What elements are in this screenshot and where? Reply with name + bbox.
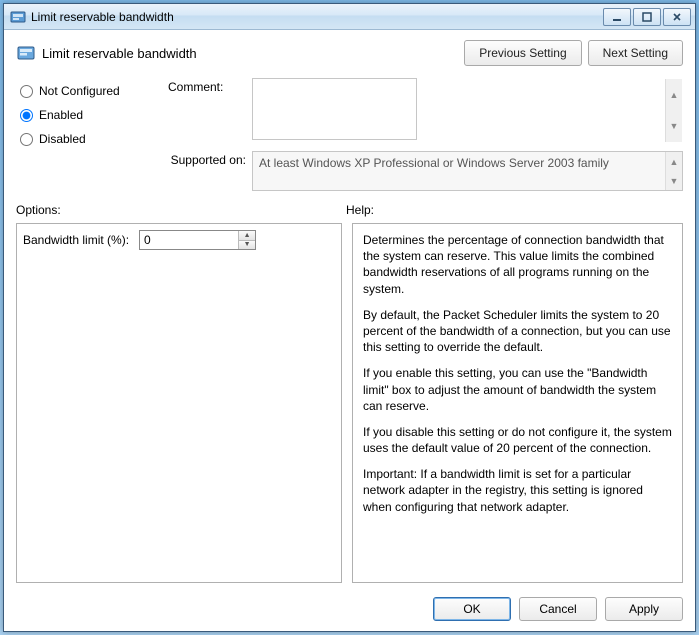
help-text: If you disable this setting or do not co… — [363, 424, 672, 456]
radio-enabled-label: Enabled — [39, 108, 83, 122]
apply-button[interactable]: Apply — [605, 597, 683, 621]
help-text: By default, the Packet Scheduler limits … — [363, 307, 672, 356]
radio-disabled[interactable]: Disabled — [20, 132, 160, 146]
app-icon — [10, 9, 26, 25]
comment-textarea[interactable] — [252, 78, 417, 140]
comment-scroll[interactable]: ▲ ▼ — [665, 79, 682, 142]
supported-on-text: At least Windows XP Professional or Wind… — [259, 156, 609, 170]
radio-enabled[interactable]: Enabled — [20, 108, 160, 122]
help-text: Determines the percentage of connection … — [363, 232, 672, 297]
scroll-down-icon[interactable]: ▼ — [665, 111, 682, 143]
previous-setting-button[interactable]: Previous Setting — [464, 40, 581, 66]
supported-row: Supported on: At least Windows XP Profes… — [168, 151, 683, 191]
radio-disabled-input[interactable] — [20, 133, 33, 146]
help-pane: Determines the percentage of connection … — [352, 223, 683, 583]
help-text: Important: If a bandwidth limit is set f… — [363, 466, 672, 515]
window-controls — [601, 8, 691, 26]
radio-enabled-input[interactable] — [20, 109, 33, 122]
scroll-down-icon[interactable]: ▼ — [665, 171, 682, 190]
options-pane: Bandwidth limit (%): ▲ ▼ — [16, 223, 342, 583]
cancel-button[interactable]: Cancel — [519, 597, 597, 621]
options-heading: Options: — [16, 203, 346, 217]
state-radio-group: Not Configured Enabled Disabled — [20, 78, 160, 191]
next-setting-button[interactable]: Next Setting — [588, 40, 683, 66]
radio-not-configured-input[interactable] — [20, 85, 33, 98]
header: Limit reservable bandwidth Previous Sett… — [4, 30, 695, 74]
panes: Bandwidth limit (%): ▲ ▼ Determines the … — [4, 221, 695, 591]
scroll-up-icon[interactable]: ▲ — [665, 79, 682, 111]
top-grid: Not Configured Enabled Disabled Comment:… — [4, 74, 695, 199]
footer: OK Cancel Apply — [4, 591, 695, 631]
radio-not-configured[interactable]: Not Configured — [20, 84, 160, 98]
bandwidth-limit-label: Bandwidth limit (%): — [23, 233, 129, 247]
bandwidth-limit-spinner[interactable]: ▲ ▼ — [139, 230, 256, 250]
titlebar[interactable]: Limit reservable bandwidth — [4, 4, 695, 30]
help-text: If you enable this setting, you can use … — [363, 365, 672, 414]
policy-title: Limit reservable bandwidth — [42, 46, 197, 61]
bandwidth-limit-input[interactable] — [140, 231, 238, 249]
supported-on-box: At least Windows XP Professional or Wind… — [252, 151, 683, 191]
maximize-button[interactable] — [633, 8, 661, 26]
comment-label: Comment: — [168, 78, 246, 94]
help-heading: Help: — [346, 203, 374, 217]
radio-not-configured-label: Not Configured — [39, 84, 120, 98]
dialog-window: Limit reservable bandwidth Limit reser — [3, 3, 696, 632]
supported-scroll[interactable]: ▲ ▼ — [665, 152, 682, 190]
supported-label: Supported on: — [168, 151, 246, 167]
ok-button[interactable]: OK — [433, 597, 511, 621]
minimize-button[interactable] — [603, 8, 631, 26]
window-title: Limit reservable bandwidth — [31, 10, 601, 24]
comment-row: Comment: ▲ ▼ — [168, 78, 683, 143]
scroll-up-icon[interactable]: ▲ — [665, 152, 682, 171]
close-button[interactable] — [663, 8, 691, 26]
bandwidth-option-row: Bandwidth limit (%): ▲ ▼ — [23, 230, 335, 250]
fields-col: Comment: ▲ ▼ Supported on: At least Wind… — [168, 78, 683, 191]
policy-icon — [16, 43, 36, 63]
section-labels: Options: Help: — [4, 199, 695, 221]
radio-disabled-label: Disabled — [39, 132, 86, 146]
spinner-down-button[interactable]: ▼ — [239, 240, 255, 250]
header-left: Limit reservable bandwidth — [16, 43, 458, 63]
spinner-up-button[interactable]: ▲ — [239, 231, 255, 240]
